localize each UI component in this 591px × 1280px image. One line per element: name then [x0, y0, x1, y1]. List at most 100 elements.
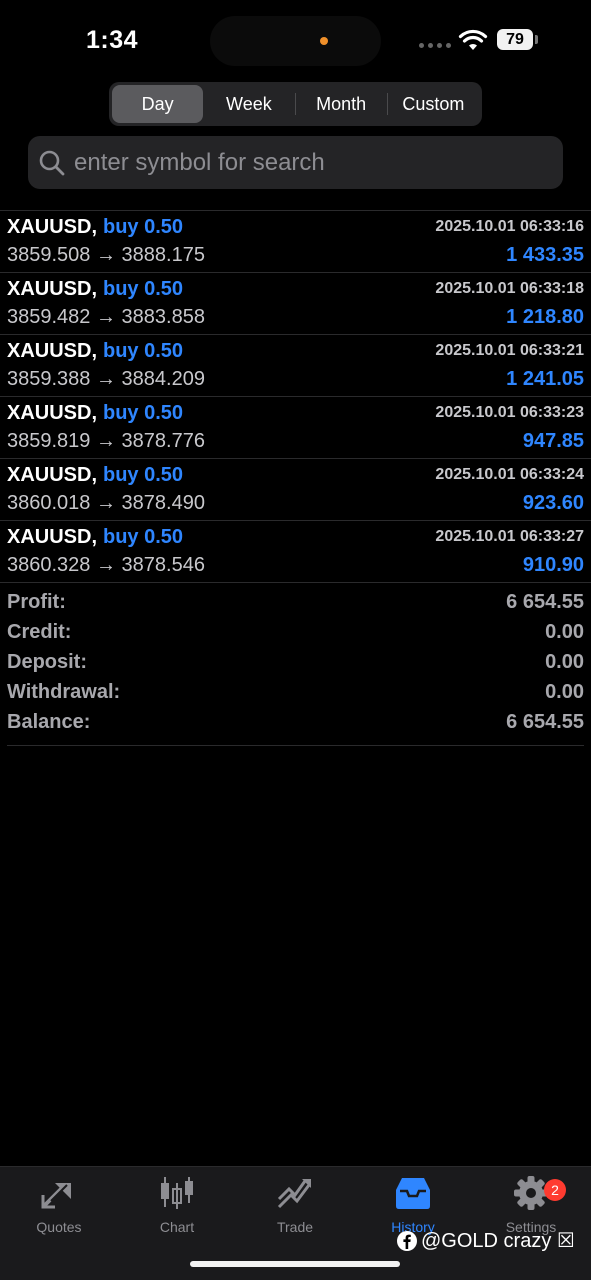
deal-profit: 910.90 [522, 554, 584, 576]
battery-icon: 79 [497, 29, 533, 50]
notification-badge: 2 [544, 1179, 566, 1201]
deal-row[interactable]: XAUUSD, buy 0.50 3860.328 → 3878.546 202… [0, 521, 591, 583]
tab-trade[interactable]: Trade [236, 1175, 354, 1239]
summary-value: 0.00 [545, 651, 584, 673]
summary-row-withdrawal: Withdrawal: 0.00 [0, 678, 591, 708]
deal-row[interactable]: XAUUSD, buy 0.50 3859.508 → 3888.175 202… [0, 211, 591, 273]
deal-profit: 923.60 [522, 492, 584, 514]
deal-time: 2025.10.01 06:33:21 [435, 342, 584, 359]
deal-profit: 1 433.35 [506, 244, 584, 266]
summary-row-credit: Credit: 0.00 [0, 618, 591, 648]
deal-symbol: XAUUSD, [7, 402, 98, 424]
account-summary: Profit: 6 654.55 Credit: 0.00 Deposit: 0… [0, 588, 591, 738]
candlestick-icon [161, 1177, 193, 1209]
deal-side-volume: buy 0.50 [103, 216, 184, 238]
deal-time: 2025.10.01 06:33:27 [435, 528, 584, 545]
summary-row-profit: Profit: 6 654.55 [0, 588, 591, 618]
summary-label: Balance: [7, 711, 91, 733]
summary-label: Profit: [7, 591, 66, 613]
deal-side-volume: buy 0.50 [103, 340, 184, 362]
summary-row-deposit: Deposit: 0.00 [0, 648, 591, 678]
tab-label: Quotes [36, 1219, 82, 1235]
dynamic-island [210, 16, 381, 66]
summary-divider [7, 745, 584, 746]
tab-label: Trade [276, 1219, 314, 1235]
arrow-icon: → [95, 430, 116, 452]
summary-label: Deposit: [7, 651, 87, 673]
deal-prices: 3860.328 → 3878.546 [7, 554, 205, 577]
deal-row[interactable]: XAUUSD, buy 0.50 3859.482 → 3883.858 202… [0, 273, 591, 335]
deal-profit: 947.85 [522, 430, 584, 452]
deal-prices: 3859.508 → 3888.175 [7, 244, 205, 267]
tab-quotes[interactable]: Quotes [0, 1175, 118, 1239]
wifi-icon [458, 29, 488, 50]
tab-week[interactable]: Week [203, 85, 294, 123]
deals-list: XAUUSD, buy 0.50 3859.508 → 3888.175 202… [0, 210, 591, 583]
deal-row[interactable]: XAUUSD, buy 0.50 3859.388 → 3884.209 202… [0, 335, 591, 397]
watermark-text: @GOLD crazy ☒ [421, 1230, 575, 1252]
deal-side-volume: buy 0.50 [103, 464, 184, 486]
deal-time: 2025.10.01 06:33:23 [435, 404, 584, 421]
summary-value: 6 654.55 [506, 591, 584, 613]
deal-prices: 3859.482 → 3883.858 [7, 306, 205, 329]
deal-symbol: XAUUSD, [7, 526, 98, 548]
trade-icon [277, 1179, 311, 1209]
deal-symbol: XAUUSD, [7, 464, 98, 486]
tab-label: Chart [159, 1219, 195, 1235]
deal-symbol: XAUUSD, [7, 340, 98, 362]
deal-row[interactable]: XAUUSD, buy 0.50 3860.018 → 3878.490 202… [0, 459, 591, 521]
home-indicator [190, 1261, 400, 1267]
search-input[interactable] [74, 148, 563, 177]
summary-label: Withdrawal: [7, 681, 121, 703]
status-bar: 1:34 79 [0, 0, 591, 80]
arrow-icon: → [95, 306, 116, 328]
summary-value: 0.00 [545, 621, 584, 643]
arrow-icon: → [95, 492, 116, 514]
summary-value: 0.00 [545, 681, 584, 703]
deal-open-price: 3859.482 [7, 306, 91, 328]
deal-close-price: 3878.546 [121, 554, 205, 576]
battery-tip [535, 35, 538, 44]
deal-symbol: XAUUSD, [7, 216, 98, 238]
deal-side-volume: buy 0.50 [103, 278, 184, 300]
status-time: 1:34 [86, 26, 139, 54]
deal-open-price: 3859.508 [7, 244, 91, 266]
arrow-icon: → [95, 554, 116, 576]
deal-open-price: 3859.819 [7, 430, 91, 452]
quotes-icon [41, 1183, 71, 1209]
deal-side-volume: buy 0.50 [103, 402, 184, 424]
deal-profit: 1 241.05 [506, 368, 584, 390]
deal-close-price: 3878.776 [121, 430, 205, 452]
tab-day[interactable]: Day [112, 85, 204, 123]
deal-side-volume: buy 0.50 [103, 526, 184, 548]
tab-custom[interactable]: Custom [388, 85, 479, 123]
arrow-icon: → [95, 244, 116, 266]
summary-value: 6 654.55 [506, 711, 584, 733]
deal-prices: 3859.388 → 3884.209 [7, 368, 205, 391]
search-bar[interactable] [28, 136, 563, 189]
tab-chart[interactable]: Chart [118, 1175, 236, 1239]
tab-month[interactable]: Month [296, 85, 387, 123]
deal-close-price: 3884.209 [121, 368, 205, 390]
cellular-signal-icon [419, 43, 451, 48]
deal-prices: 3860.018 → 3878.490 [7, 492, 205, 515]
deal-symbol: XAUUSD, [7, 278, 98, 300]
deal-time: 2025.10.01 06:33:16 [435, 218, 584, 235]
deal-open-price: 3859.388 [7, 368, 91, 390]
deal-prices: 3859.819 → 3878.776 [7, 430, 205, 453]
privacy-indicator-dot [320, 37, 328, 45]
deal-close-price: 3888.175 [121, 244, 205, 266]
search-icon [39, 150, 65, 175]
deal-close-price: 3883.858 [121, 306, 205, 328]
deal-profit: 1 218.80 [506, 306, 584, 328]
deal-time: 2025.10.01 06:33:24 [435, 466, 584, 483]
deal-open-price: 3860.328 [7, 554, 91, 576]
deal-time: 2025.10.01 06:33:18 [435, 280, 584, 297]
inbox-icon [396, 1178, 430, 1209]
summary-label: Credit: [7, 621, 72, 643]
facebook-icon [397, 1230, 417, 1251]
summary-row-balance: Balance: 6 654.55 [0, 708, 591, 738]
watermark: @GOLD crazy ☒ [396, 1228, 575, 1253]
deal-close-price: 3878.490 [121, 492, 205, 514]
deal-row[interactable]: XAUUSD, buy 0.50 3859.819 → 3878.776 202… [0, 397, 591, 459]
